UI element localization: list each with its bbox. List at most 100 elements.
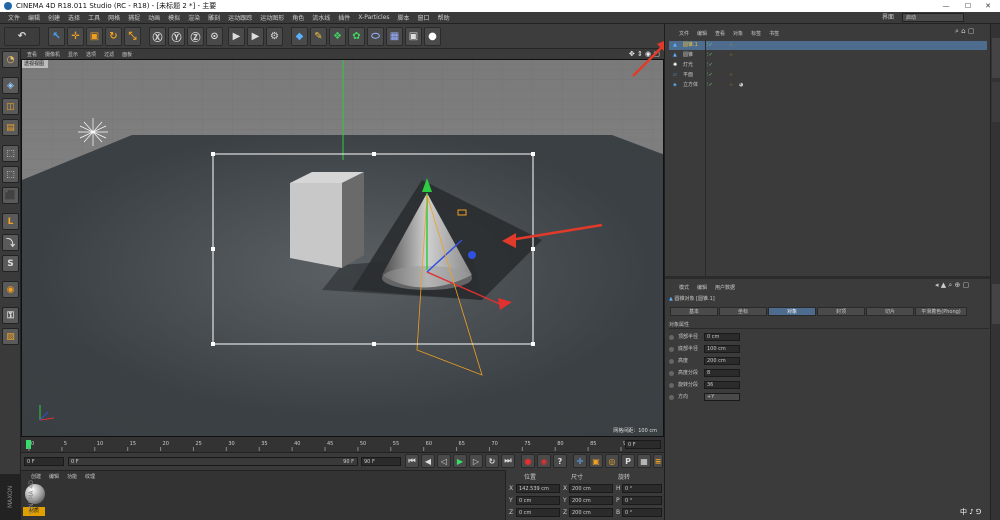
key-scale-icon[interactable]: ▣ — [589, 454, 603, 468]
object-name[interactable]: 灯光 — [683, 61, 693, 70]
light-icon[interactable]: ● — [424, 27, 441, 46]
undo-icon[interactable]: ↶ — [4, 27, 40, 46]
menu-tools[interactable]: 工具 — [84, 13, 104, 22]
om-search-icon[interactable]: ⌕ ⌂ ▢ — [955, 27, 974, 36]
play-icon[interactable]: ▶ — [453, 454, 467, 468]
tab-caps[interactable]: 封顶 — [817, 307, 865, 316]
height-field[interactable]: 200 cm — [704, 357, 740, 365]
pos-x-field[interactable]: 142.539 cm — [516, 484, 560, 493]
material-tag-icon[interactable]: ◕ — [739, 81, 743, 90]
menu-script[interactable]: 脚本 — [394, 13, 414, 22]
menu-render[interactable]: 渲染 — [184, 13, 204, 22]
menu-edit[interactable]: 编辑 — [24, 13, 44, 22]
vp-menu-filter[interactable]: 过滤 — [104, 51, 114, 58]
om-menu-bookmarks[interactable]: 书签 — [769, 30, 779, 37]
key-rotation-icon[interactable]: ◎ — [605, 454, 619, 468]
visibility-icon[interactable]: ⁝✓ — [707, 61, 713, 70]
menu-create[interactable]: 创建 — [44, 13, 64, 22]
loop-icon[interactable]: ↻ — [485, 454, 499, 468]
key-position-icon[interactable]: ✛ — [573, 454, 587, 468]
object-name[interactable]: 平面 — [683, 71, 693, 80]
make-editable-icon[interactable]: ◔ — [2, 51, 19, 68]
om-menu-object[interactable]: 对象 — [733, 30, 743, 37]
object-name[interactable]: 圆锥 — [683, 51, 693, 60]
orientation-select[interactable]: +Y — [704, 393, 740, 401]
vp-menu-camera[interactable]: 摄像机 — [45, 51, 60, 58]
menu-select[interactable]: 选择 — [64, 13, 84, 22]
om-menu-file[interactable]: 文件 — [679, 30, 689, 37]
end-frame-field[interactable]: 90 F — [361, 457, 401, 466]
menu-snap[interactable]: 捕捉 — [124, 13, 144, 22]
tag-icon[interactable]: ⁘ — [729, 51, 733, 60]
menu-simulate[interactable]: 模拟 — [164, 13, 184, 22]
menu-x-particles[interactable]: X-Particles — [354, 14, 393, 21]
array-icon[interactable]: ✿ — [348, 27, 365, 46]
visibility-icon[interactable]: ⁝✓ — [707, 81, 713, 90]
side-tab-objects[interactable] — [992, 38, 1000, 78]
menu-sculpt[interactable]: 雕刻 — [204, 13, 224, 22]
am-menu-edit[interactable]: 编辑 — [697, 284, 707, 291]
keyframe-selection-icon[interactable]: ? — [553, 454, 567, 468]
menu-window[interactable]: 窗口 — [414, 13, 434, 22]
close-button[interactable]: ✕ — [978, 0, 998, 12]
polygons-mode-icon[interactable]: ⬛ — [2, 187, 19, 204]
timeline-frame-field[interactable]: 0 F — [625, 440, 661, 449]
object-row-plane[interactable]: ▱ 平面 ⁝✓ ⁘ — [669, 71, 987, 80]
select-tool-icon[interactable]: ↖ — [48, 27, 65, 46]
visibility-icon[interactable]: ⁝✓ — [707, 41, 713, 50]
rotate-tool-icon[interactable]: ↻ — [105, 27, 122, 46]
menu-help[interactable]: 帮助 — [434, 13, 454, 22]
x-axis-icon[interactable]: Ⓧ — [149, 27, 166, 46]
mat-menu-edit[interactable]: 编辑 — [49, 473, 59, 480]
camera-icon[interactable]: ▣ — [405, 27, 422, 46]
tag-icon[interactable]: ⁘ — [729, 81, 733, 90]
om-menu-tags[interactable]: 标签 — [751, 30, 761, 37]
menu-mesh[interactable]: 网格 — [104, 13, 124, 22]
size-z-field[interactable]: 200 cm — [569, 508, 613, 517]
next-frame-icon[interactable]: ▷ — [469, 454, 483, 468]
tag-icon[interactable]: ⁘ — [729, 71, 733, 80]
minimize-button[interactable]: — — [936, 0, 956, 12]
ime-indicator[interactable]: 中 ♪ ⅁ — [960, 504, 1000, 520]
menu-plugins[interactable]: 插件 — [334, 13, 354, 22]
menu-animate[interactable]: 动画 — [144, 13, 164, 22]
rot-h-field[interactable]: 0 ° — [622, 484, 662, 493]
prev-frame-icon[interactable]: ◁ — [437, 454, 451, 468]
am-menu-userdata[interactable]: 用户数据 — [715, 284, 735, 291]
render-settings-icon[interactable]: ⚙ — [266, 27, 283, 46]
pos-z-field[interactable]: 0 cm — [516, 508, 560, 517]
tab-basic[interactable]: 基本 — [670, 307, 718, 316]
tweak-mode-icon[interactable]: ⤵ — [2, 234, 19, 251]
object-name[interactable]: 圆锥.1 — [683, 41, 698, 50]
layout-select[interactable]: 启动 — [902, 13, 964, 22]
floor-icon[interactable]: ▦ — [386, 27, 403, 46]
record-icon[interactable]: ● — [521, 454, 535, 468]
perspective-label[interactable]: 透视视图 — [22, 60, 48, 68]
recent-tool-icon[interactable]: ⤡ — [124, 27, 141, 46]
start-frame-field[interactable]: 0 F — [24, 457, 64, 466]
key-pla-icon[interactable]: ▦ — [637, 454, 651, 468]
am-menu-mode[interactable]: 模式 — [679, 284, 689, 291]
menu-mograph[interactable]: 运动图形 — [256, 13, 288, 22]
3d-viewport[interactable]: 网格间距：100 cm — [21, 59, 664, 437]
key-param-icon[interactable]: P — [621, 454, 635, 468]
pos-y-field[interactable]: 0 cm — [516, 496, 560, 505]
timeline-menu-icon[interactable]: ≡ — [653, 454, 663, 468]
coordinate-system-icon[interactable]: ⊙ — [206, 27, 223, 46]
spline-pen-icon[interactable]: ✎ — [310, 27, 327, 46]
points-mode-icon[interactable]: ⬚ — [2, 145, 19, 162]
tab-phong[interactable]: 平滑着色(Phong) — [915, 307, 967, 316]
menu-pipeline[interactable]: 流水线 — [308, 13, 334, 22]
tab-object[interactable]: 对象 — [768, 307, 816, 316]
size-y-field[interactable]: 200 cm — [569, 496, 613, 505]
vp-menu-options[interactable]: 选项 — [86, 51, 96, 58]
y-axis-icon[interactable]: Ⓨ — [168, 27, 185, 46]
visibility-icon[interactable]: ⁝✓ — [707, 71, 713, 80]
frame-range-slider[interactable]: 0 F 90 F — [68, 457, 358, 466]
scale-tool-icon[interactable]: ▣ — [86, 27, 103, 46]
panel-splitter[interactable] — [665, 276, 991, 279]
vp-menu-display[interactable]: 显示 — [68, 51, 78, 58]
model-mode-icon[interactable]: ◈ — [2, 77, 19, 94]
side-tab-content[interactable] — [992, 82, 1000, 122]
tab-slice[interactable]: 切片 — [866, 307, 914, 316]
